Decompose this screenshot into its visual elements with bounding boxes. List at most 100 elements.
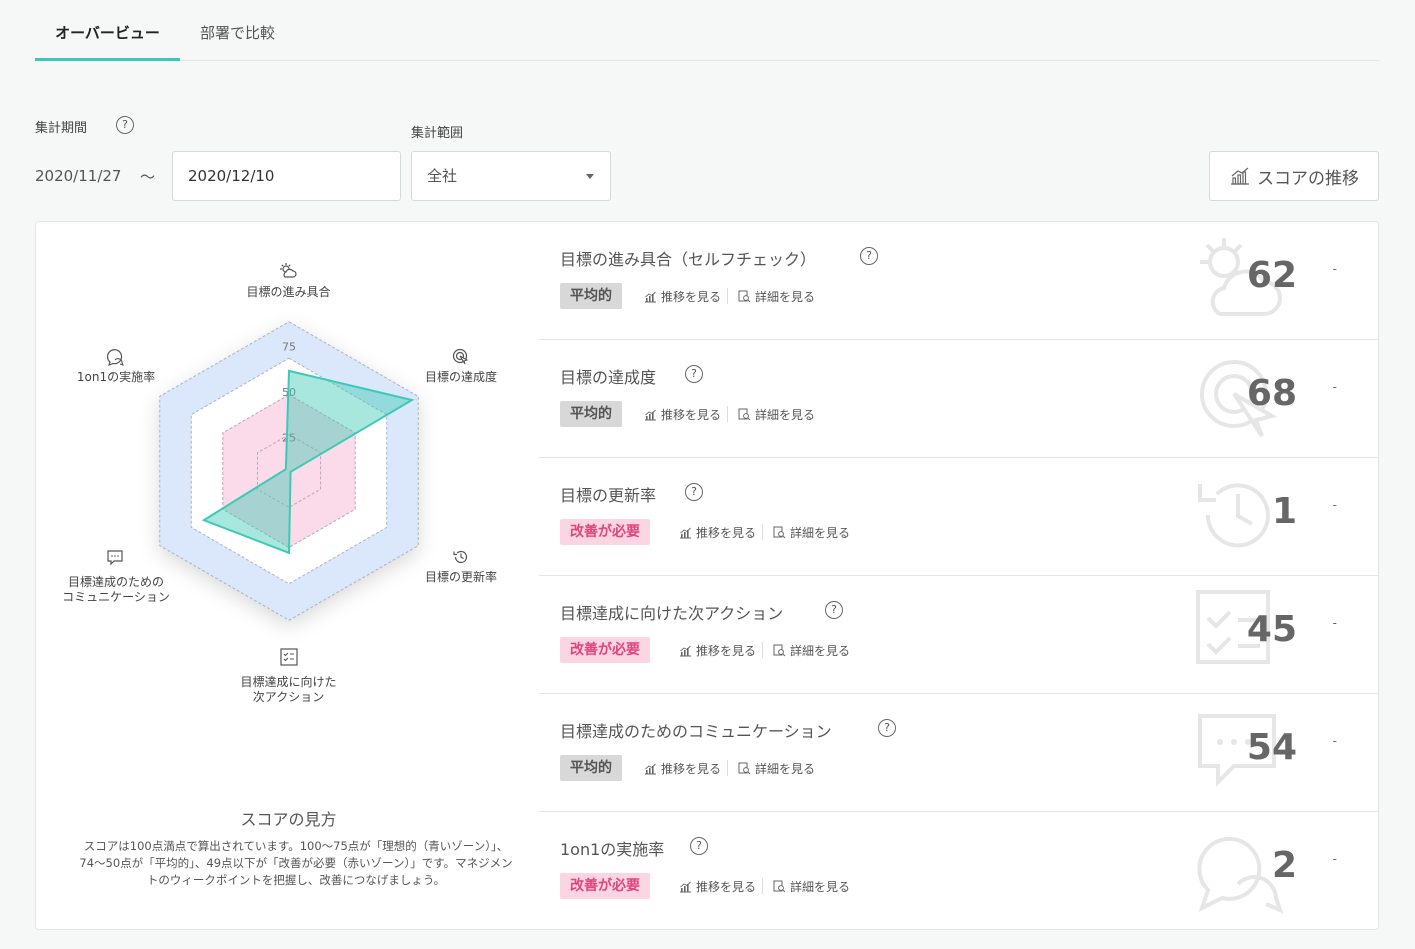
howto-text: スコアは100点満点で算出されています。100〜75点が「理想的（青いゾーン）」… — [79, 839, 513, 887]
help-icon[interactable]: ? — [690, 837, 708, 855]
status-badge: 改善が必要 — [560, 873, 650, 899]
metric-row: 目標達成のためのコミュニケーション? 平均的 推移を見る 詳細を見る 54 - — [539, 694, 1379, 812]
metric-score: 2 — [1271, 845, 1297, 886]
weather-icon — [280, 263, 297, 278]
conversation-icon — [106, 349, 124, 366]
metric-title: 目標の達成度 — [560, 368, 657, 387]
radar-axis-label: 目標の進み具合 — [246, 285, 331, 299]
view-trend-link[interactable]: 推移を見る — [644, 406, 721, 423]
view-trend-link[interactable]: 推移を見る — [679, 642, 756, 659]
metric-change: - — [1332, 734, 1337, 748]
metric-row: 1on1の実施率? 改善が必要 推移を見る 詳細を見る 2 - — [539, 812, 1379, 930]
metric-score: 54 — [1246, 727, 1297, 768]
status-badge: 平均的 — [560, 401, 622, 427]
metric-row: 目標の進み具合（セルフチェック）? 平均的 推移を見る 詳細を見る 62 - — [539, 222, 1379, 340]
chart-icon — [680, 527, 691, 538]
period-help-icon[interactable]: ? — [116, 116, 134, 134]
view-detail-label: 詳細を見る — [755, 762, 816, 776]
period-label: 集計期間 — [35, 121, 88, 136]
metric-score: 45 — [1246, 609, 1297, 650]
help-icon[interactable]: ? — [825, 601, 843, 619]
status-badge: 平均的 — [560, 283, 622, 309]
view-trend-label: 推移を見る — [696, 880, 757, 894]
view-trend-link[interactable]: 推移を見る — [644, 288, 721, 305]
history-icon — [1198, 483, 1270, 548]
tab-overview[interactable]: オーバービュー — [35, 22, 180, 61]
document-search-icon — [773, 644, 786, 657]
metric-change: - — [1332, 498, 1337, 512]
metric-score: 62 — [1246, 255, 1297, 296]
link-divider — [727, 288, 728, 304]
view-detail-link[interactable]: 詳細を見る — [773, 524, 850, 541]
view-trend-link[interactable]: 推移を見る — [679, 878, 756, 895]
metric-row: 目標の更新率? 改善が必要 推移を見る 詳細を見る 1 - — [539, 458, 1379, 576]
status-badge: 改善が必要 — [560, 519, 650, 545]
help-icon[interactable]: ? — [860, 247, 878, 265]
help-icon[interactable]: ? — [685, 483, 703, 501]
metric-row: 目標達成に向けた次アクション? 改善が必要 推移を見る 詳細を見る 45 - — [539, 576, 1379, 694]
radar-panel: 755025 目標の進み具合 目標の達成度 目標の更新率 目標達成に向けた — [36, 222, 541, 931]
view-trend-link[interactable]: 推移を見る — [679, 524, 756, 541]
status-badge: 平均的 — [560, 755, 622, 781]
tab-bar: オーバービュー 部署で比較 — [35, 0, 1380, 61]
radar-axis-label: 目標達成に向けた 次アクション — [226, 675, 351, 705]
chart-icon — [1231, 167, 1249, 185]
target-cursor-icon — [452, 348, 469, 365]
radar-axis-label: 目標の達成度 — [424, 370, 497, 384]
tab-department-compare[interactable]: 部署で比較 — [200, 22, 275, 60]
checklist-icon — [280, 648, 298, 666]
history-icon — [453, 550, 468, 564]
chart-icon — [680, 881, 691, 892]
end-date-input[interactable]: 2020/12/10 — [172, 151, 401, 201]
view-detail-link[interactable]: 詳細を見る — [738, 760, 815, 777]
radar-tick-label: 75 — [282, 341, 296, 354]
scope-label: 集計範囲 — [411, 126, 464, 141]
metric-title: 目標達成のためのコミュニケーション — [560, 722, 832, 741]
date-separator: 〜 — [140, 168, 156, 186]
metric-row: 目標の達成度? 平均的 推移を見る 詳細を見る 68 - — [539, 340, 1379, 458]
start-date: 2020/11/27 — [35, 167, 122, 185]
radar-axis-label: 目標達成のための コミュニケーション — [51, 575, 181, 605]
link-divider — [762, 524, 763, 540]
view-detail-label: 詳細を見る — [755, 408, 816, 422]
view-trend-label: 推移を見る — [661, 290, 722, 304]
chat-icon — [107, 550, 123, 566]
metric-change: - — [1332, 852, 1337, 866]
view-detail-link[interactable]: 詳細を見る — [773, 642, 850, 659]
metric-score: 68 — [1246, 373, 1297, 414]
document-search-icon — [738, 408, 751, 421]
chevron-down-icon — [586, 174, 594, 179]
link-divider — [727, 406, 728, 422]
metric-title: 目標達成に向けた次アクション — [560, 604, 784, 623]
metric-change: - — [1332, 262, 1337, 276]
chart-icon — [680, 645, 691, 656]
radar-axis-label-line: 次アクション — [252, 690, 325, 704]
score-trend-label: スコアの推移 — [1257, 168, 1359, 189]
view-detail-link[interactable]: 詳細を見る — [738, 406, 815, 423]
status-badge: 改善が必要 — [560, 637, 650, 663]
view-detail-label: 詳細を見る — [790, 526, 851, 540]
view-detail-link[interactable]: 詳細を見る — [738, 288, 815, 305]
score-trend-button[interactable]: スコアの推移 — [1209, 151, 1379, 201]
radar-axis-label-line: 目標達成のための — [67, 575, 164, 589]
view-detail-label: 詳細を見る — [790, 880, 851, 894]
radar-axis-label-line: 目標達成に向けた — [240, 675, 337, 689]
help-icon[interactable]: ? — [878, 719, 896, 737]
metric-title: 目標の進み具合（セルフチェック） — [560, 250, 817, 269]
metric-score: 1 — [1271, 491, 1297, 532]
view-trend-label: 推移を見る — [661, 408, 722, 422]
link-divider — [727, 760, 728, 776]
document-search-icon — [773, 526, 786, 539]
view-trend-link[interactable]: 推移を見る — [644, 760, 721, 777]
overview-card: 755025 目標の進み具合 目標の達成度 目標の更新率 目標達成に向けた — [35, 221, 1379, 930]
radar-axis-label: 目標の更新率 — [424, 570, 497, 584]
view-detail-link[interactable]: 詳細を見る — [773, 878, 850, 895]
scope-select-value: 全社 — [427, 167, 458, 185]
link-divider — [762, 642, 763, 658]
help-icon[interactable]: ? — [685, 365, 703, 383]
howto-title: スコアの見方 — [240, 810, 337, 829]
scope-select[interactable]: 全社 — [411, 151, 611, 201]
chart-icon — [645, 763, 656, 774]
conversation-icon — [1197, 836, 1284, 914]
metric-change: - — [1332, 616, 1337, 630]
